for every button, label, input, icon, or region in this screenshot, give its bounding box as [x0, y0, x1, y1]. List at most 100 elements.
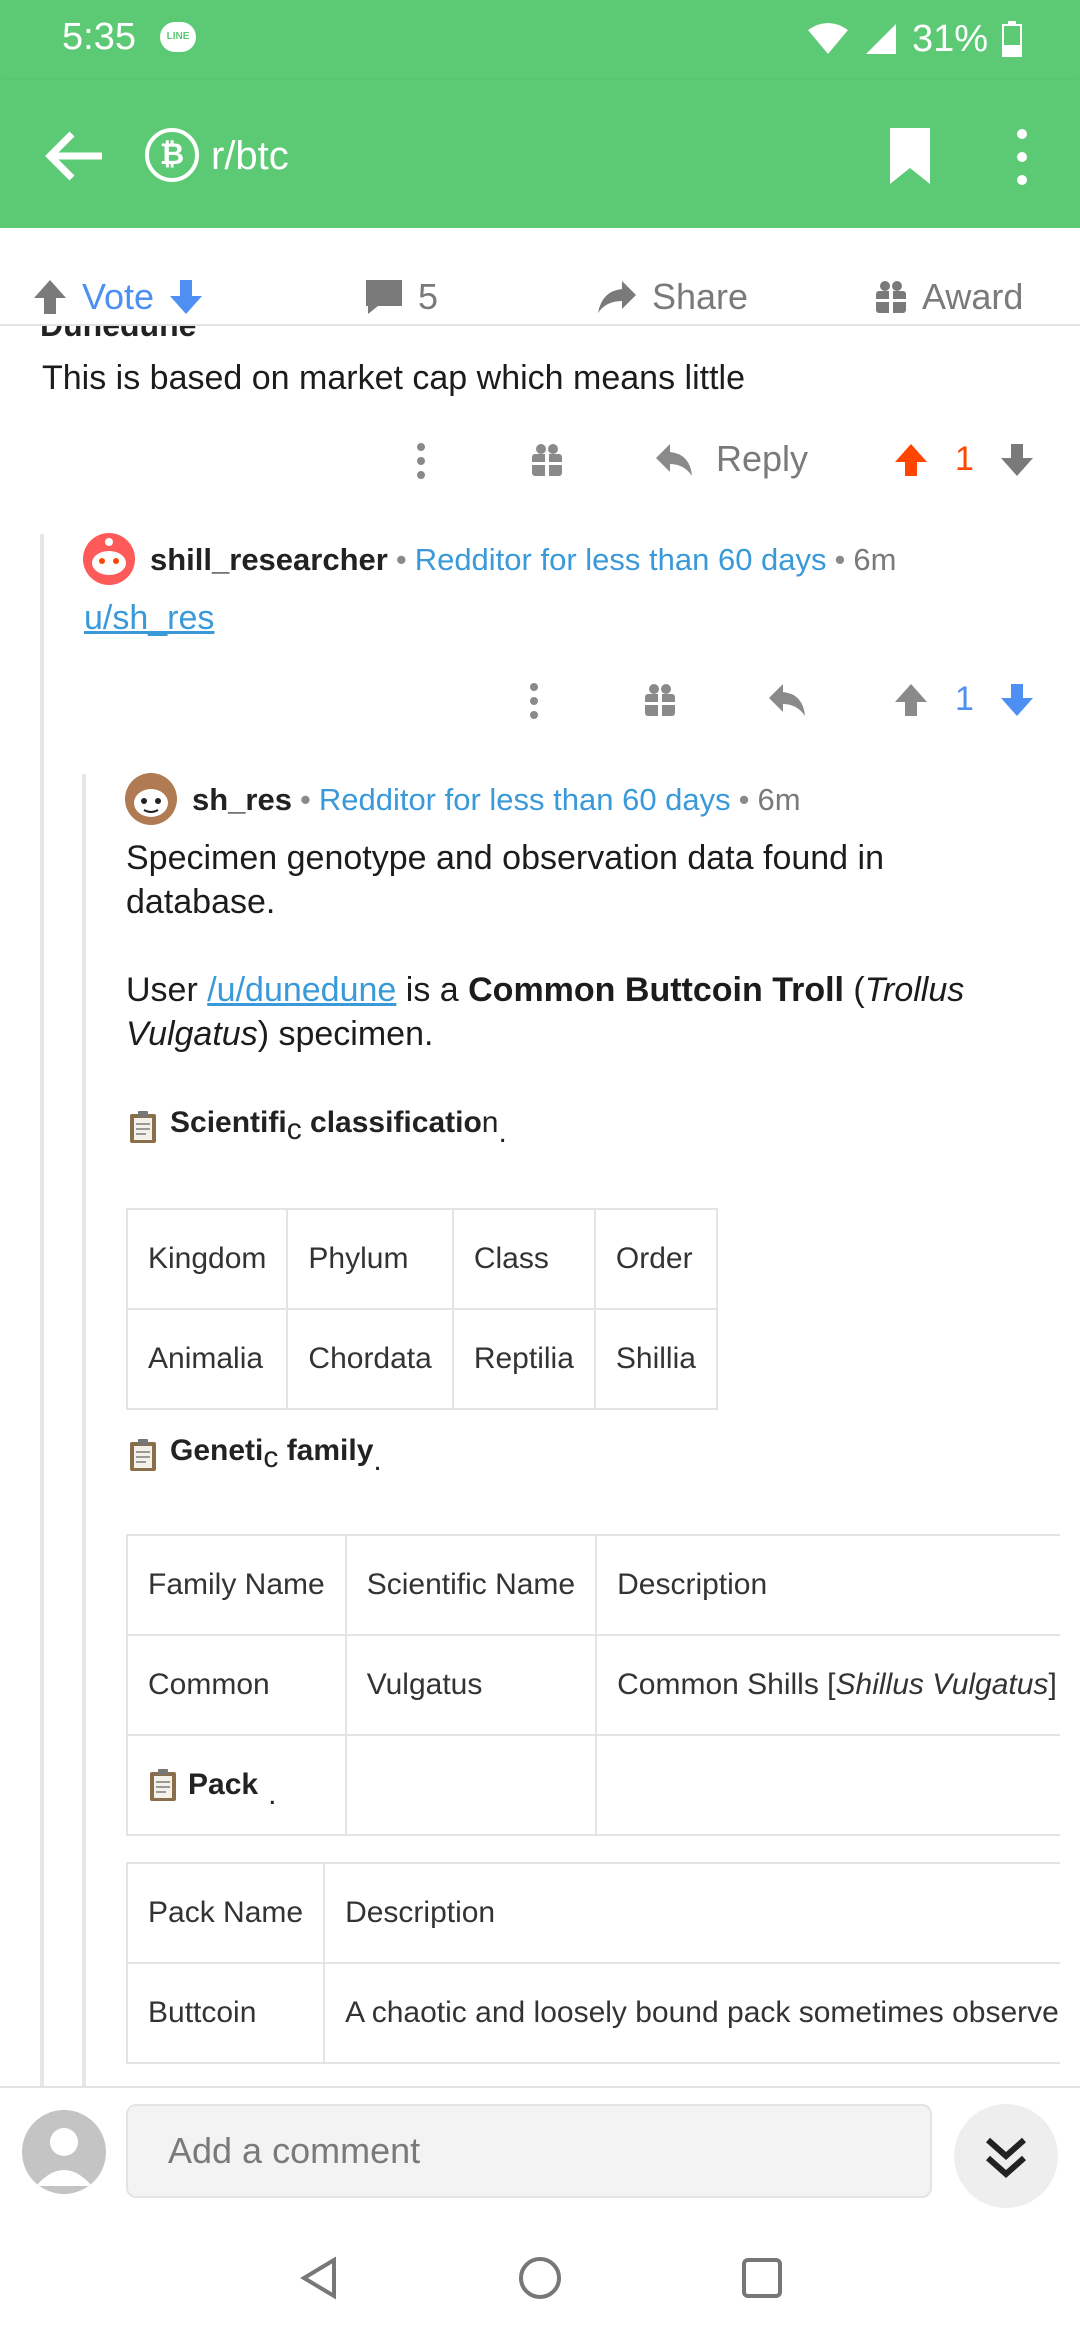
species-name: Common Buttcoin Troll — [468, 971, 844, 1009]
meta-separator: • — [395, 542, 407, 577]
description-text: ] a — [1048, 1668, 1060, 1701]
family-table: Family Name Scientific Name Description … — [126, 1534, 1060, 1836]
comment1-reply-icon[interactable] — [654, 442, 694, 478]
table-row: Animalia Chordata Reptilia Shillia — [125, 1308, 718, 1410]
comment2-more-icon[interactable] — [527, 682, 541, 720]
vote-label: Vote — [82, 276, 155, 317]
share-button[interactable]: Share — [596, 270, 748, 324]
collapse-threads-button[interactable] — [954, 2104, 1058, 2208]
more-options-icon[interactable] — [1005, 124, 1039, 190]
heading2-text: family — [278, 1434, 374, 1467]
comment1-score: 1 — [955, 440, 974, 478]
pack-table-scroll[interactable]: Pack Name Description Buttcoin A chaotic… — [126, 1862, 1060, 2068]
system-nav-bar — [0, 2214, 1080, 2340]
comment2-meta: shill_researcher • Redditor for less tha… — [150, 540, 896, 580]
battery-percent: 31% — [911, 17, 988, 60]
subreddit-name[interactable]: r/btc — [211, 128, 289, 184]
comment2-upvote-icon[interactable] — [893, 682, 929, 718]
comment2-gift-icon[interactable] — [643, 682, 677, 718]
share-label: Share — [652, 276, 749, 317]
table-cell: Vulgatus — [344, 1634, 598, 1736]
downvote-icon[interactable] — [168, 278, 204, 316]
heading2-text: Geneti — [170, 1434, 264, 1467]
table-header-cell: Order — [593, 1208, 718, 1310]
table-header-cell: Scientific Name — [344, 1534, 598, 1636]
table-header-cell: Description — [595, 1534, 1060, 1636]
gift-icon — [876, 281, 906, 313]
table-cell: Buttcoin — [126, 1962, 326, 2064]
comment1-downvote-icon[interactable] — [999, 442, 1035, 478]
award-button[interactable]: Award — [874, 270, 1023, 324]
double-chevron-down-icon — [986, 2137, 1026, 2179]
comment1-upvote-icon[interactable] — [893, 442, 929, 478]
table-header-cell: Pack Name — [126, 1862, 326, 1964]
comment3-author[interactable]: sh_res — [192, 782, 292, 818]
table-cell: Shillia — [593, 1308, 718, 1410]
comment2-downvote-icon[interactable] — [999, 682, 1035, 718]
nav-home-icon[interactable] — [518, 2256, 562, 2300]
nav-back-icon[interactable] — [298, 2256, 342, 2300]
table-row: Common Vulgatus Common Shills [Shillus V… — [126, 1634, 1060, 1736]
comment3-paragraph1: Specimen genotype and observation data f… — [126, 839, 884, 921]
table-header-cell: Phylum — [286, 1208, 454, 1310]
comment1-more-icon[interactable] — [414, 442, 428, 480]
comment3-flair: Redditor for less than 60 days — [318, 782, 731, 817]
clipboard-icon — [130, 1110, 156, 1143]
thread-line-level2[interactable] — [82, 774, 86, 2086]
heading1-text: Scientifi — [170, 1106, 287, 1139]
bitcoin-icon[interactable]: ₿ — [145, 128, 199, 182]
comment3-age: 6m — [757, 782, 801, 817]
upvote-icon[interactable] — [32, 278, 68, 316]
vote-group: Vote — [32, 270, 204, 324]
table-header-row: Kingdom Phylum Class Order — [125, 1208, 718, 1310]
comment2-flair: Redditor for less than 60 days — [414, 542, 827, 577]
table-cell: Common — [126, 1634, 347, 1736]
comment2-avatar[interactable] — [82, 532, 136, 586]
meta-separator: • — [834, 542, 846, 577]
thread-line-level1[interactable] — [40, 534, 44, 2086]
comment3-avatar[interactable] — [124, 772, 178, 826]
table-cell: Animalia — [125, 1308, 289, 1410]
heading2-dot: . — [373, 1444, 382, 1477]
classification-table: Kingdom Phylum Class Order Animalia Chor… — [125, 1208, 718, 1410]
table-cell: Chordata — [286, 1308, 454, 1410]
comment1-gift-icon[interactable] — [530, 442, 564, 478]
comment1-text: This is based on market cap which means … — [42, 359, 745, 397]
family-table-scroll[interactable]: Family Name Scientific Name Description … — [126, 1534, 1060, 1844]
table-header-cell: Family Name — [126, 1534, 347, 1636]
pack-heading-text: Pack — [188, 1768, 259, 1801]
meta-separator: • — [738, 782, 750, 817]
heading2-sub: c — [263, 1441, 279, 1474]
heading-scientific-classification: Scientific classification. — [128, 1106, 507, 1149]
comment2-user-link[interactable]: u/sh_res — [84, 599, 214, 637]
add-comment-input[interactable]: Add a comment — [126, 2104, 932, 2198]
p2-text: ( — [843, 971, 865, 1009]
comment2-score: 1 — [955, 680, 974, 718]
table-cell-pack-heading: Pack. — [126, 1734, 347, 1836]
heading-genetic-family: Genetic family. — [128, 1434, 382, 1477]
comment2-actions: 1 — [0, 670, 1080, 730]
back-arrow-icon[interactable] — [40, 124, 108, 188]
award-label: Award — [922, 276, 1024, 317]
comments-button[interactable]: 5 — [364, 270, 438, 324]
wifi-icon — [807, 23, 848, 54]
bookmark-icon[interactable] — [886, 124, 934, 188]
heading1-sub: c — [286, 1113, 302, 1146]
user-dunedune-link[interactable]: /u/dunedune — [207, 971, 396, 1009]
comment2-author[interactable]: shill_researcher — [150, 542, 388, 578]
heading1-dot: . — [498, 1116, 507, 1149]
comment2-reply-icon[interactable] — [767, 682, 807, 718]
share-icon — [598, 281, 636, 313]
post-action-bar: Vote 5 Share Award — [0, 228, 1080, 326]
comment1-reply-label[interactable]: Reply — [716, 438, 808, 480]
user-avatar[interactable] — [22, 2110, 106, 2194]
meta-separator: • — [299, 782, 311, 817]
comment2-age: 6m — [853, 542, 897, 577]
table-cell: A chaotic and loosely bound pack sometim… — [323, 1962, 1060, 2064]
app-bar: ₿ r/btc — [0, 80, 1080, 228]
nav-recents-icon[interactable] — [740, 2256, 784, 2300]
comment3-paragraph2: User /u/dunedune is a Common Buttcoin Tr… — [126, 968, 1046, 1056]
comments-count: 5 — [418, 276, 439, 317]
comment3-body: Specimen genotype and observation data f… — [126, 836, 1046, 1056]
heading1-text: classificatio — [301, 1106, 482, 1139]
